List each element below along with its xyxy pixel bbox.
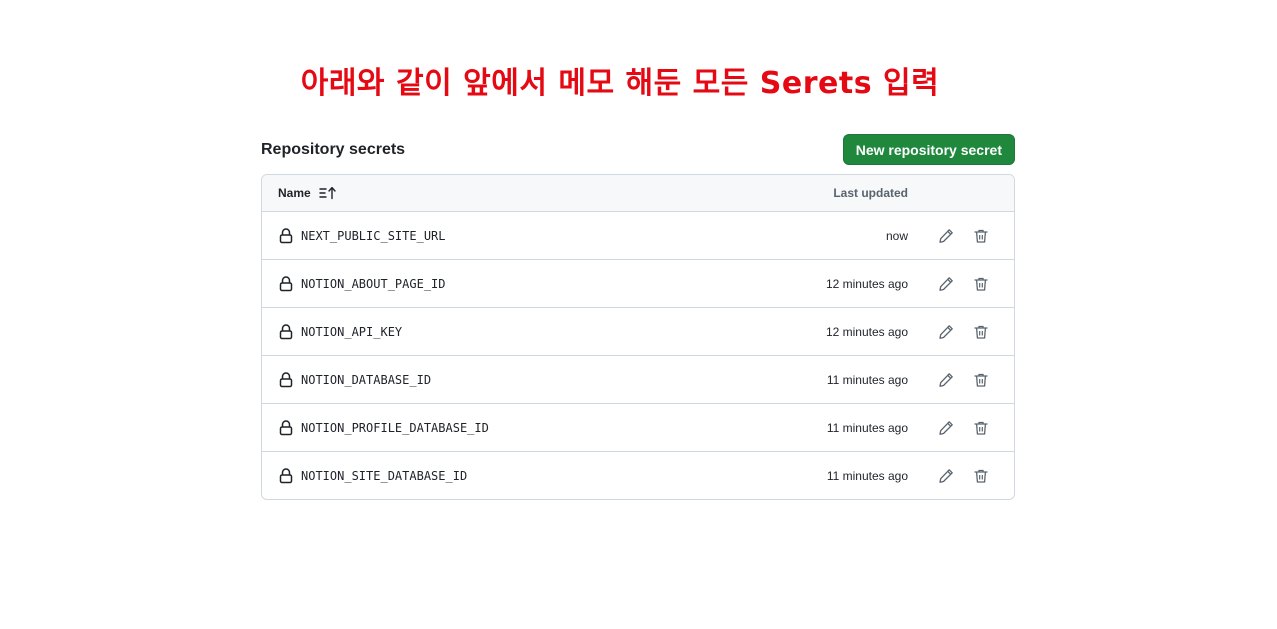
secret-last-updated: 12 minutes ago xyxy=(825,276,908,291)
table-row: NOTION_SITE_DATABASE_ID 11 minutes ago xyxy=(262,452,1014,499)
pencil-icon xyxy=(939,372,953,387)
edit-secret-button[interactable] xyxy=(930,366,962,394)
secret-last-updated: 11 minutes ago xyxy=(826,420,908,435)
secret-name: NOTION_PROFILE_DATABASE_ID xyxy=(301,420,489,435)
page: 아래와 같이 앞에서 메모 해둔 모든 Serets 입력 Repository… xyxy=(0,0,1277,629)
trash-icon xyxy=(974,325,988,339)
pencil-icon xyxy=(939,324,953,339)
secret-last-updated: 11 minutes ago xyxy=(826,372,908,387)
trash-icon xyxy=(974,229,988,243)
trash-icon xyxy=(974,277,988,291)
delete-secret-button[interactable] xyxy=(965,414,997,442)
section-title: Repository secrets xyxy=(261,140,406,158)
table-row: NOTION_API_KEY 12 minutes ago xyxy=(262,308,1014,356)
secret-name: NOTION_ABOUT_PAGE_ID xyxy=(301,276,446,291)
pencil-icon xyxy=(939,228,953,243)
trash-icon xyxy=(974,373,988,387)
lock-icon xyxy=(278,467,294,484)
table-row: NOTION_PROFILE_DATABASE_ID 11 minutes ag… xyxy=(262,404,1014,452)
secret-last-updated: now xyxy=(885,228,908,243)
row-actions xyxy=(908,318,1014,346)
annotation-text: 아래와 같이 앞에서 메모 해둔 모든 Serets 입력 xyxy=(300,66,940,101)
edit-secret-button[interactable] xyxy=(930,414,962,442)
delete-secret-button[interactable] xyxy=(965,222,997,250)
delete-secret-button[interactable] xyxy=(965,270,997,298)
secret-name: NOTION_SITE_DATABASE_ID xyxy=(301,468,468,483)
new-repository-secret-button[interactable]: New repository secret xyxy=(842,134,1015,165)
lock-icon xyxy=(278,275,294,292)
table-body: NEXT_PUBLIC_SITE_URL now NOTION_ABOUT_PA… xyxy=(262,212,1014,499)
table-header: Name Last updated xyxy=(262,175,1014,212)
sort-ascending-icon[interactable] xyxy=(318,186,337,200)
edit-secret-button[interactable] xyxy=(930,270,962,298)
pencil-icon xyxy=(939,468,953,483)
edit-secret-button[interactable] xyxy=(930,462,962,490)
edit-secret-button[interactable] xyxy=(930,318,962,346)
pencil-icon xyxy=(939,276,953,291)
secret-name: NOTION_API_KEY xyxy=(301,324,403,339)
secret-last-updated: 11 minutes ago xyxy=(826,468,908,483)
name-column-header[interactable]: Name xyxy=(262,186,708,200)
row-actions xyxy=(908,366,1014,394)
lock-icon xyxy=(278,323,294,340)
row-actions xyxy=(908,462,1014,490)
delete-secret-button[interactable] xyxy=(965,318,997,346)
row-actions xyxy=(908,222,1014,250)
pencil-icon xyxy=(939,420,953,435)
row-actions xyxy=(908,270,1014,298)
repository-secrets-section: Repository secrets New repository secret… xyxy=(261,134,1015,500)
section-header: Repository secrets New repository secret xyxy=(261,134,1015,165)
lock-icon xyxy=(278,419,294,436)
table-row: NEXT_PUBLIC_SITE_URL now xyxy=(262,212,1014,260)
trash-icon xyxy=(974,469,988,483)
last-updated-column-header: Last updated xyxy=(833,186,908,200)
secret-last-updated: 12 minutes ago xyxy=(825,324,908,339)
lock-icon xyxy=(278,371,294,388)
delete-secret-button[interactable] xyxy=(965,366,997,394)
table-row: NOTION_DATABASE_ID 11 minutes ago xyxy=(262,356,1014,404)
edit-secret-button[interactable] xyxy=(930,222,962,250)
lock-icon xyxy=(278,227,294,244)
delete-secret-button[interactable] xyxy=(965,462,997,490)
table-row: NOTION_ABOUT_PAGE_ID 12 minutes ago xyxy=(262,260,1014,308)
name-header-label: Name xyxy=(278,186,311,200)
row-actions xyxy=(908,414,1014,442)
secret-name: NOTION_DATABASE_ID xyxy=(301,372,432,387)
secret-name: NEXT_PUBLIC_SITE_URL xyxy=(301,228,446,243)
trash-icon xyxy=(974,421,988,435)
secrets-table: Name Last updated NEXT_PUBLIC_SITE_URL n… xyxy=(261,174,1015,500)
